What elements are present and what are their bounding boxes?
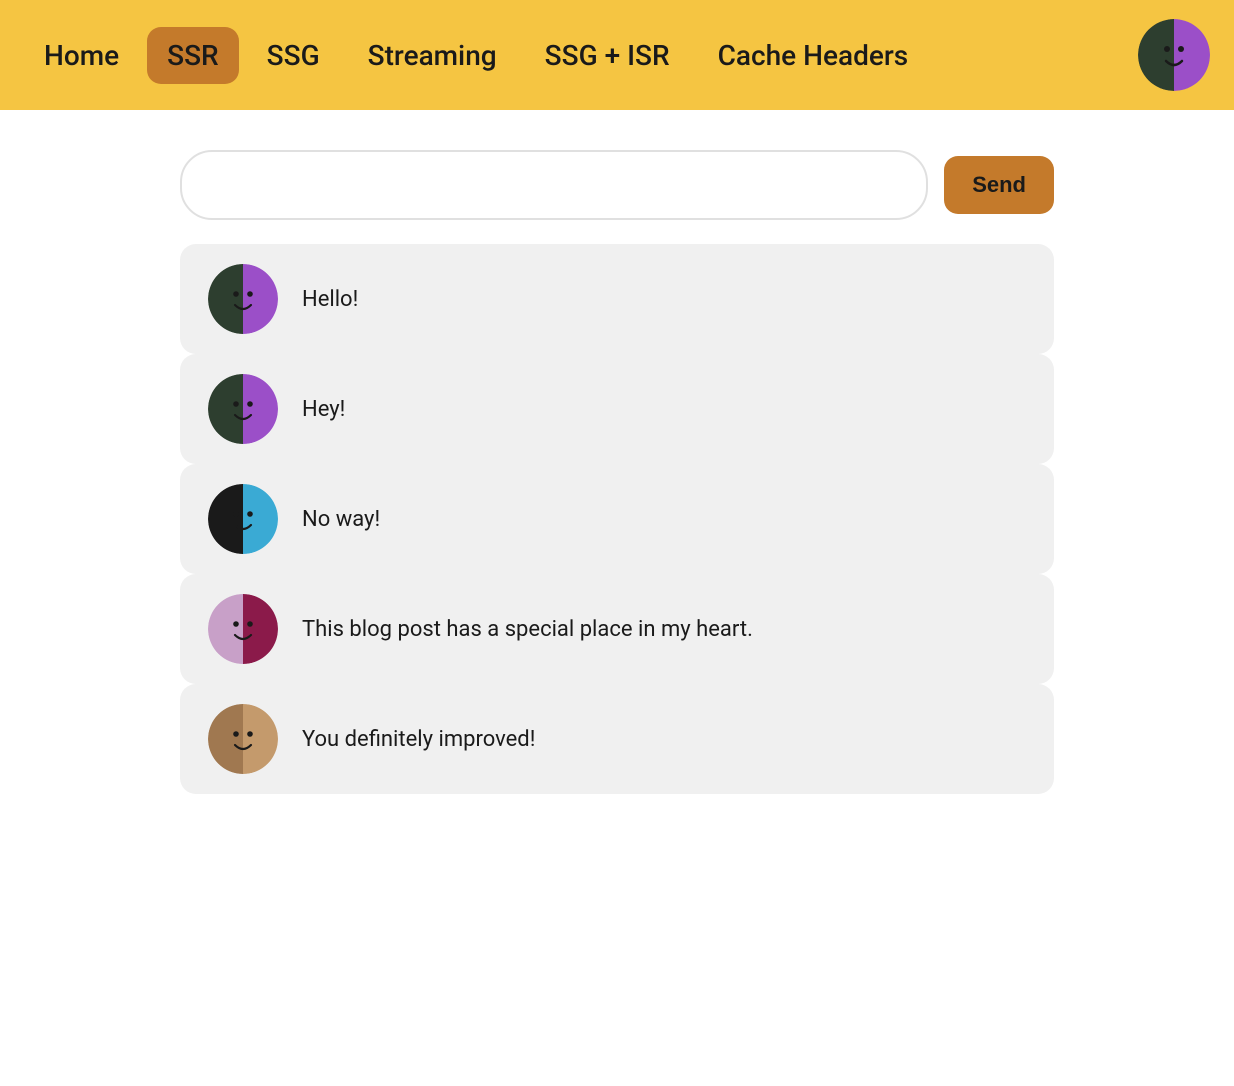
messages-container: Hello! Hey! [180, 244, 1054, 794]
input-row: Send [180, 150, 1054, 220]
nav-item-ssg-isr[interactable]: SSG + ISR [525, 27, 690, 84]
message-avatar [208, 484, 278, 554]
message-text: Hey! [302, 397, 345, 422]
message-avatar [208, 374, 278, 444]
message-card: Hello! [180, 244, 1054, 354]
message-card: You definitely improved! [180, 684, 1054, 794]
nav-avatar[interactable] [1138, 19, 1210, 91]
main-content: Send Hello! [0, 110, 1234, 834]
message-text: This blog post has a special place in my… [302, 617, 753, 642]
nav-item-ssg[interactable]: SSG [247, 27, 340, 84]
nav-items: HomeSSRSSGStreamingSSG + ISRCache Header… [24, 27, 1130, 84]
message-text: Hello! [302, 287, 358, 312]
nav-item-streaming[interactable]: Streaming [348, 27, 517, 84]
nav-item-cache-headers[interactable]: Cache Headers [698, 27, 929, 84]
message-input[interactable] [180, 150, 928, 220]
message-card: This blog post has a special place in my… [180, 574, 1054, 684]
message-card: No way! [180, 464, 1054, 574]
nav-item-home[interactable]: Home [24, 27, 139, 84]
navigation: HomeSSRSSGStreamingSSG + ISRCache Header… [0, 0, 1234, 110]
message-text: No way! [302, 507, 380, 532]
message-avatar [208, 264, 278, 334]
message-card: Hey! [180, 354, 1054, 464]
message-text: You definitely improved! [302, 727, 535, 752]
nav-item-ssr[interactable]: SSR [147, 27, 239, 84]
send-button[interactable]: Send [944, 156, 1054, 214]
message-avatar [208, 594, 278, 664]
message-avatar [208, 704, 278, 774]
